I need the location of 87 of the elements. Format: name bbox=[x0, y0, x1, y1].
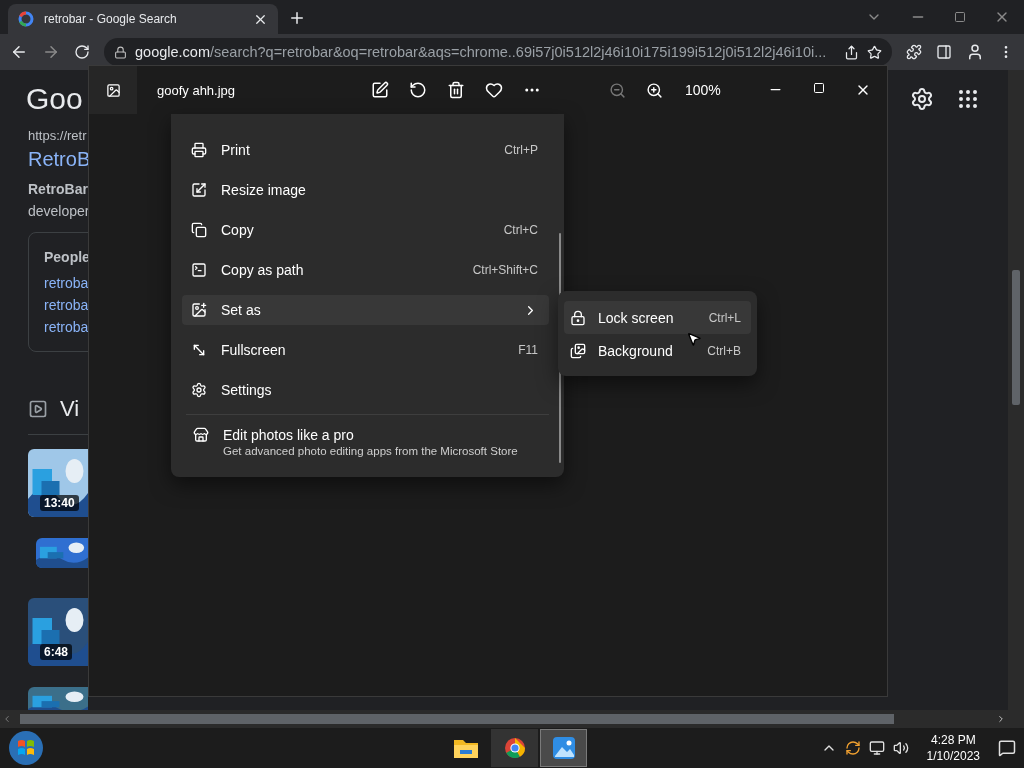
profile-icon[interactable] bbox=[966, 43, 984, 61]
shortcut-text: F11 bbox=[518, 343, 538, 357]
search-link[interactable]: retroba bbox=[44, 297, 89, 313]
heart-icon[interactable] bbox=[485, 81, 503, 99]
network-icon[interactable] bbox=[868, 740, 885, 756]
scroll-right-icon[interactable] bbox=[996, 714, 1006, 724]
vertical-scrollbar[interactable] bbox=[1008, 70, 1024, 710]
edit-icon[interactable] bbox=[371, 81, 389, 99]
image-icon bbox=[570, 342, 586, 359]
video-icon bbox=[28, 399, 48, 419]
lock-icon bbox=[114, 45, 127, 59]
settings-icon[interactable] bbox=[910, 87, 934, 111]
apps-grid-icon[interactable] bbox=[956, 87, 980, 111]
menu-item[interactable]: Fullscreen F11 bbox=[182, 335, 549, 365]
result-snippet: developer bbox=[28, 202, 90, 221]
address-bar[interactable]: google.com/search?q=retrobar&oq=retrobar&aqs=chrome..69i57j0i512l2j46i10i175i199i512j0i512l2j46i10i... bbox=[104, 38, 892, 66]
scrollbar-thumb[interactable] bbox=[1012, 270, 1020, 405]
url-text: google.com/search?q=retrobar&oq=retrobar&aqs=chrome..69i57j0i512l2j46i10i175i199i512j0i512l2j46i10i... bbox=[135, 44, 828, 60]
result-url: https://retr bbox=[28, 128, 87, 145]
menu-item[interactable]: Print Ctrl+P bbox=[182, 135, 549, 165]
menu-item[interactable]: Settings bbox=[182, 375, 549, 405]
diagonal-arrow-icon bbox=[191, 342, 207, 358]
video-duration: 13:40 bbox=[40, 495, 79, 511]
reload-icon[interactable] bbox=[74, 44, 90, 60]
printer-icon bbox=[191, 142, 207, 158]
card-title: People bbox=[44, 249, 90, 265]
new-tab-icon[interactable] bbox=[288, 9, 306, 27]
clock[interactable]: 4:28 PM 1/10/2023 bbox=[926, 732, 980, 764]
start-button-icon[interactable] bbox=[8, 730, 44, 766]
store-icon bbox=[193, 427, 209, 443]
clock-time: 4:28 PM bbox=[930, 732, 976, 748]
zoom-in-icon[interactable] bbox=[646, 81, 663, 99]
rotate-icon[interactable] bbox=[409, 81, 427, 99]
side-panel-icon[interactable] bbox=[936, 44, 952, 60]
photos-app-icon[interactable] bbox=[551, 736, 576, 760]
menu-item[interactable]: Resize image bbox=[182, 175, 549, 205]
folder-icon[interactable] bbox=[452, 737, 479, 759]
zoom-out-icon[interactable] bbox=[609, 81, 626, 99]
shortcut-text: Ctrl+Shift+C bbox=[472, 263, 538, 277]
shortcut-text: Ctrl+C bbox=[503, 223, 538, 237]
result-title[interactable]: RetroB bbox=[28, 148, 91, 178]
volume-icon[interactable] bbox=[892, 740, 909, 756]
path-icon bbox=[191, 262, 207, 278]
delete-icon[interactable] bbox=[447, 81, 465, 99]
menu-item[interactable]: Copy Ctrl+C bbox=[182, 215, 549, 245]
taskbar-app-button[interactable] bbox=[540, 729, 587, 767]
restore-icon[interactable] bbox=[954, 11, 966, 23]
sync-icon[interactable] bbox=[844, 740, 861, 756]
menu-item[interactable]: Background Ctrl+B bbox=[564, 334, 751, 367]
section-title: Vi bbox=[60, 396, 80, 422]
copy-icon bbox=[191, 222, 207, 238]
result-snippet: RetroBar bbox=[28, 180, 88, 199]
video-duration: 6:48 bbox=[40, 644, 73, 660]
shortcut-text: Ctrl+B bbox=[707, 343, 741, 358]
scrollbar-thumb[interactable] bbox=[20, 714, 894, 724]
notifications-icon[interactable] bbox=[998, 739, 1016, 757]
browser-tab[interactable]: retrobar - Google Search bbox=[8, 4, 278, 34]
clock-date: 1/10/2023 bbox=[926, 748, 980, 764]
settings-icon bbox=[191, 382, 207, 398]
horizontal-scrollbar[interactable] bbox=[0, 710, 1024, 728]
promo-subtitle: Get advanced photo editing apps from the Microsoft Store bbox=[223, 445, 518, 457]
menu-item[interactable]: Set as bbox=[182, 295, 549, 325]
menu-item[interactable]: Lock screen Ctrl+L bbox=[564, 301, 751, 334]
taskbar-app-button[interactable] bbox=[491, 729, 538, 767]
menu-item[interactable]: Copy as path Ctrl+Shift+C bbox=[182, 255, 549, 285]
lock-screen-icon bbox=[570, 309, 586, 326]
google-logo[interactable]: Goo bbox=[26, 82, 83, 116]
search-link[interactable]: retroba bbox=[44, 275, 89, 291]
promo-title[interactable]: Edit photos like a pro bbox=[223, 427, 518, 443]
tab-title: retrobar - Google Search bbox=[44, 12, 178, 26]
file-name: goofy ahh.jpg bbox=[157, 82, 237, 98]
photos-icon bbox=[105, 82, 121, 98]
bookmark-star-icon[interactable] bbox=[867, 44, 882, 60]
search-link[interactable]: retroba bbox=[44, 319, 89, 335]
chrome-icon bbox=[503, 737, 526, 759]
shortcut-text: Ctrl+L bbox=[708, 310, 741, 325]
google-favicon-icon bbox=[18, 11, 34, 27]
zoom-level: 100% bbox=[685, 82, 721, 98]
shortcut-text: Ctrl+P bbox=[504, 143, 538, 157]
maximize-icon[interactable] bbox=[813, 82, 825, 94]
share-icon[interactable] bbox=[844, 44, 859, 60]
scroll-left-icon[interactable] bbox=[2, 714, 12, 724]
forward-icon[interactable] bbox=[42, 43, 60, 61]
extensions-icon[interactable] bbox=[906, 44, 922, 60]
image-icon bbox=[191, 302, 207, 318]
back-icon[interactable] bbox=[10, 43, 28, 61]
resize-icon bbox=[191, 182, 207, 198]
